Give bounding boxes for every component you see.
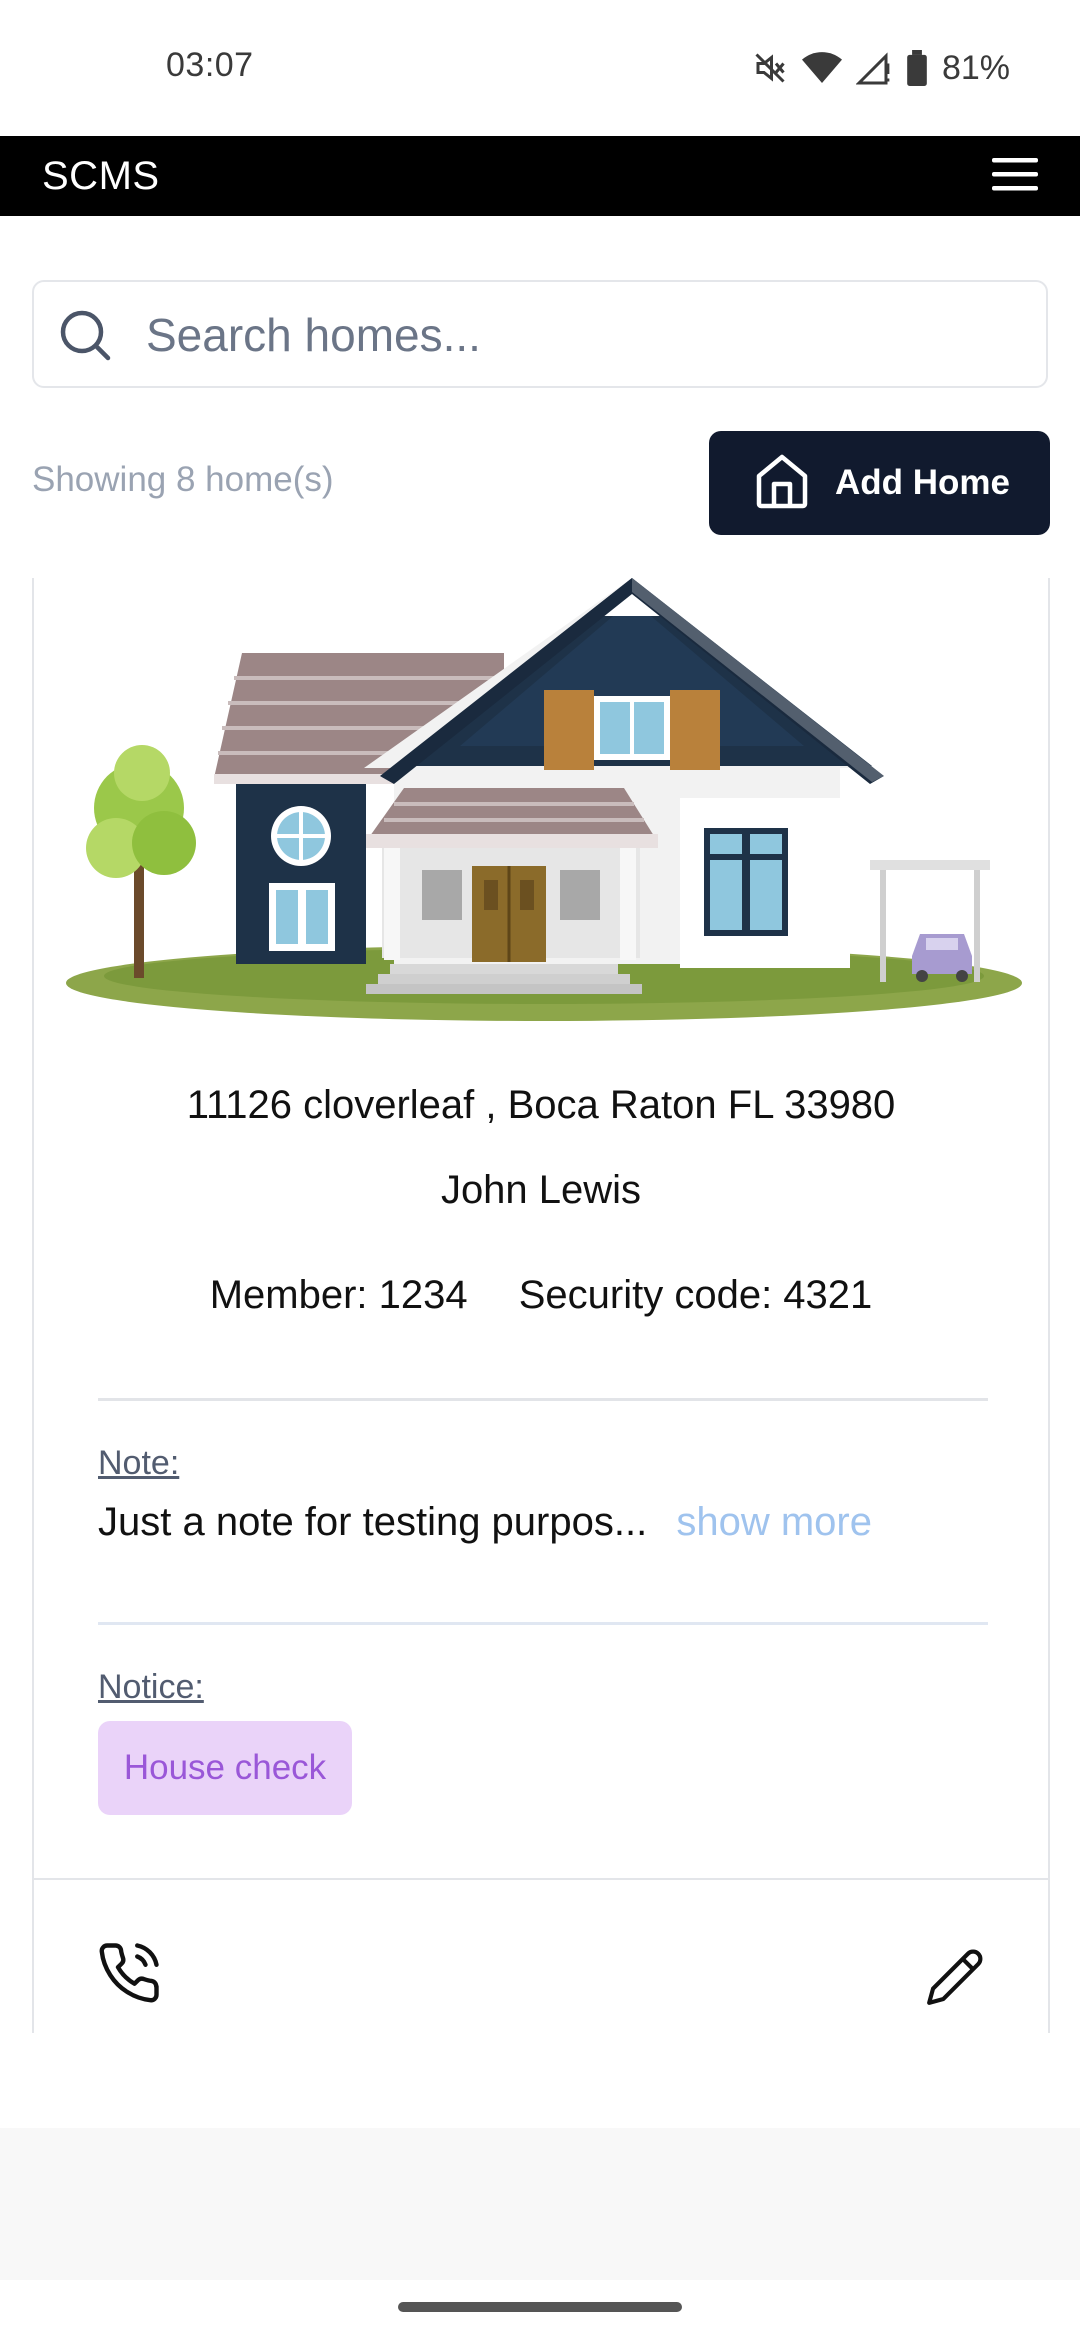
notice-badge: House check — [98, 1721, 352, 1815]
card-actions — [34, 1878, 1048, 2033]
home-icon — [753, 452, 811, 515]
edit-pencil-icon[interactable] — [924, 1946, 986, 2013]
notice-label: Notice: — [98, 1668, 204, 1706]
divider — [98, 1622, 988, 1625]
app-title: SCMS — [42, 154, 160, 198]
note-label: Note: — [98, 1444, 180, 1482]
signal-icon — [855, 50, 892, 86]
house-illustration — [66, 578, 1022, 1021]
search-box — [32, 280, 1048, 388]
home-count-text: Showing 8 home(s) — [32, 460, 334, 499]
member-row: Member: 1234 Security code: 4321 — [34, 1273, 1048, 1318]
battery-percent: 81% — [941, 48, 1010, 87]
search-input[interactable] — [144, 302, 1028, 368]
wifi-icon — [801, 50, 842, 86]
status-time: 03:07 — [166, 46, 254, 84]
home-card[interactable]: 11126 cloverleaf , Boca Raton FL 33980 J… — [32, 578, 1050, 2033]
show-more-link[interactable]: show more — [676, 1500, 872, 1544]
add-home-button[interactable]: Add Home — [709, 431, 1050, 535]
phone-icon[interactable] — [96, 1940, 162, 2011]
search-icon — [58, 308, 114, 369]
note-content: Just a note for testing purpos... — [98, 1500, 648, 1544]
battery-icon — [906, 50, 928, 86]
gesture-nav-handle[interactable] — [398, 2302, 682, 2312]
divider — [98, 1398, 988, 1401]
owner-name: John Lewis — [440, 1168, 642, 1212]
mute-icon — [752, 50, 788, 86]
app-bar: SCMS — [0, 136, 1080, 216]
hamburger-menu-icon[interactable] — [986, 148, 1042, 204]
note-text: Just a note for testing purpos... show m… — [98, 1500, 872, 1545]
member-number: Member: 1234 — [209, 1273, 468, 1317]
status-bar: 03:07 81% — [0, 0, 1080, 136]
status-icons: 81% — [752, 44, 1010, 92]
security-code: Security code: 4321 — [518, 1273, 873, 1317]
home-address: 11126 cloverleaf , Boca Raton FL 33980 — [186, 1083, 896, 1127]
page-bottom-area — [0, 2128, 1080, 2280]
add-home-label: Add Home — [835, 463, 1010, 502]
